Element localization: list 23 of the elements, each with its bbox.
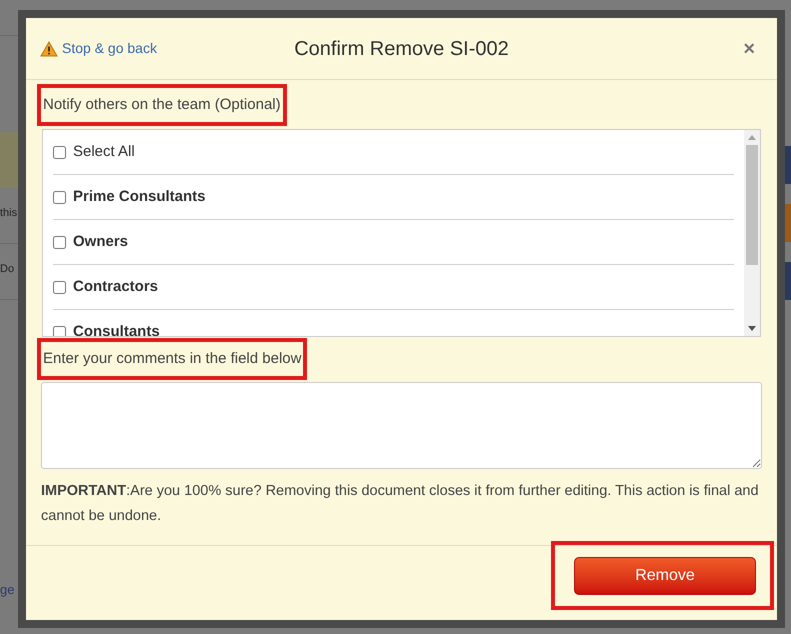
scrollbar[interactable]: [744, 130, 760, 336]
back-link[interactable]: Stop & go back: [62, 38, 157, 59]
checkbox[interactable]: [53, 280, 66, 294]
background-banner: [0, 132, 18, 188]
comments-field[interactable]: [41, 382, 762, 469]
background-text: this: [0, 206, 18, 220]
close-button[interactable]: ×: [743, 38, 755, 58]
notify-label: Notify others on the team (Optional): [43, 96, 281, 113]
dialog-title: Confirm Remove SI-002: [294, 38, 509, 60]
recipient-option[interactable]: Select All: [53, 130, 734, 175]
comments-label: Enter your comments in the field below: [43, 350, 302, 367]
recipient-option[interactable]: Prime Consultants: [53, 175, 734, 220]
checkbox[interactable]: [53, 190, 66, 204]
warning-icon: [40, 40, 58, 56]
recipient-option[interactable]: Contractors: [53, 265, 734, 310]
recipient-option[interactable]: Owners: [53, 220, 734, 265]
checkbox[interactable]: [53, 236, 66, 248]
checkbox[interactable]: [53, 146, 66, 158]
background-text: Do: [0, 262, 16, 276]
scroll-down-icon[interactable]: [748, 326, 756, 331]
warning-text: IMPORTANT:Are you 100% sure? Removing this document closes it from further editing. This action is final and cannot be undone.: [41, 482, 760, 526]
checkbox[interactable]: [53, 326, 66, 336]
remove-button[interactable]: Remove: [574, 556, 756, 594]
